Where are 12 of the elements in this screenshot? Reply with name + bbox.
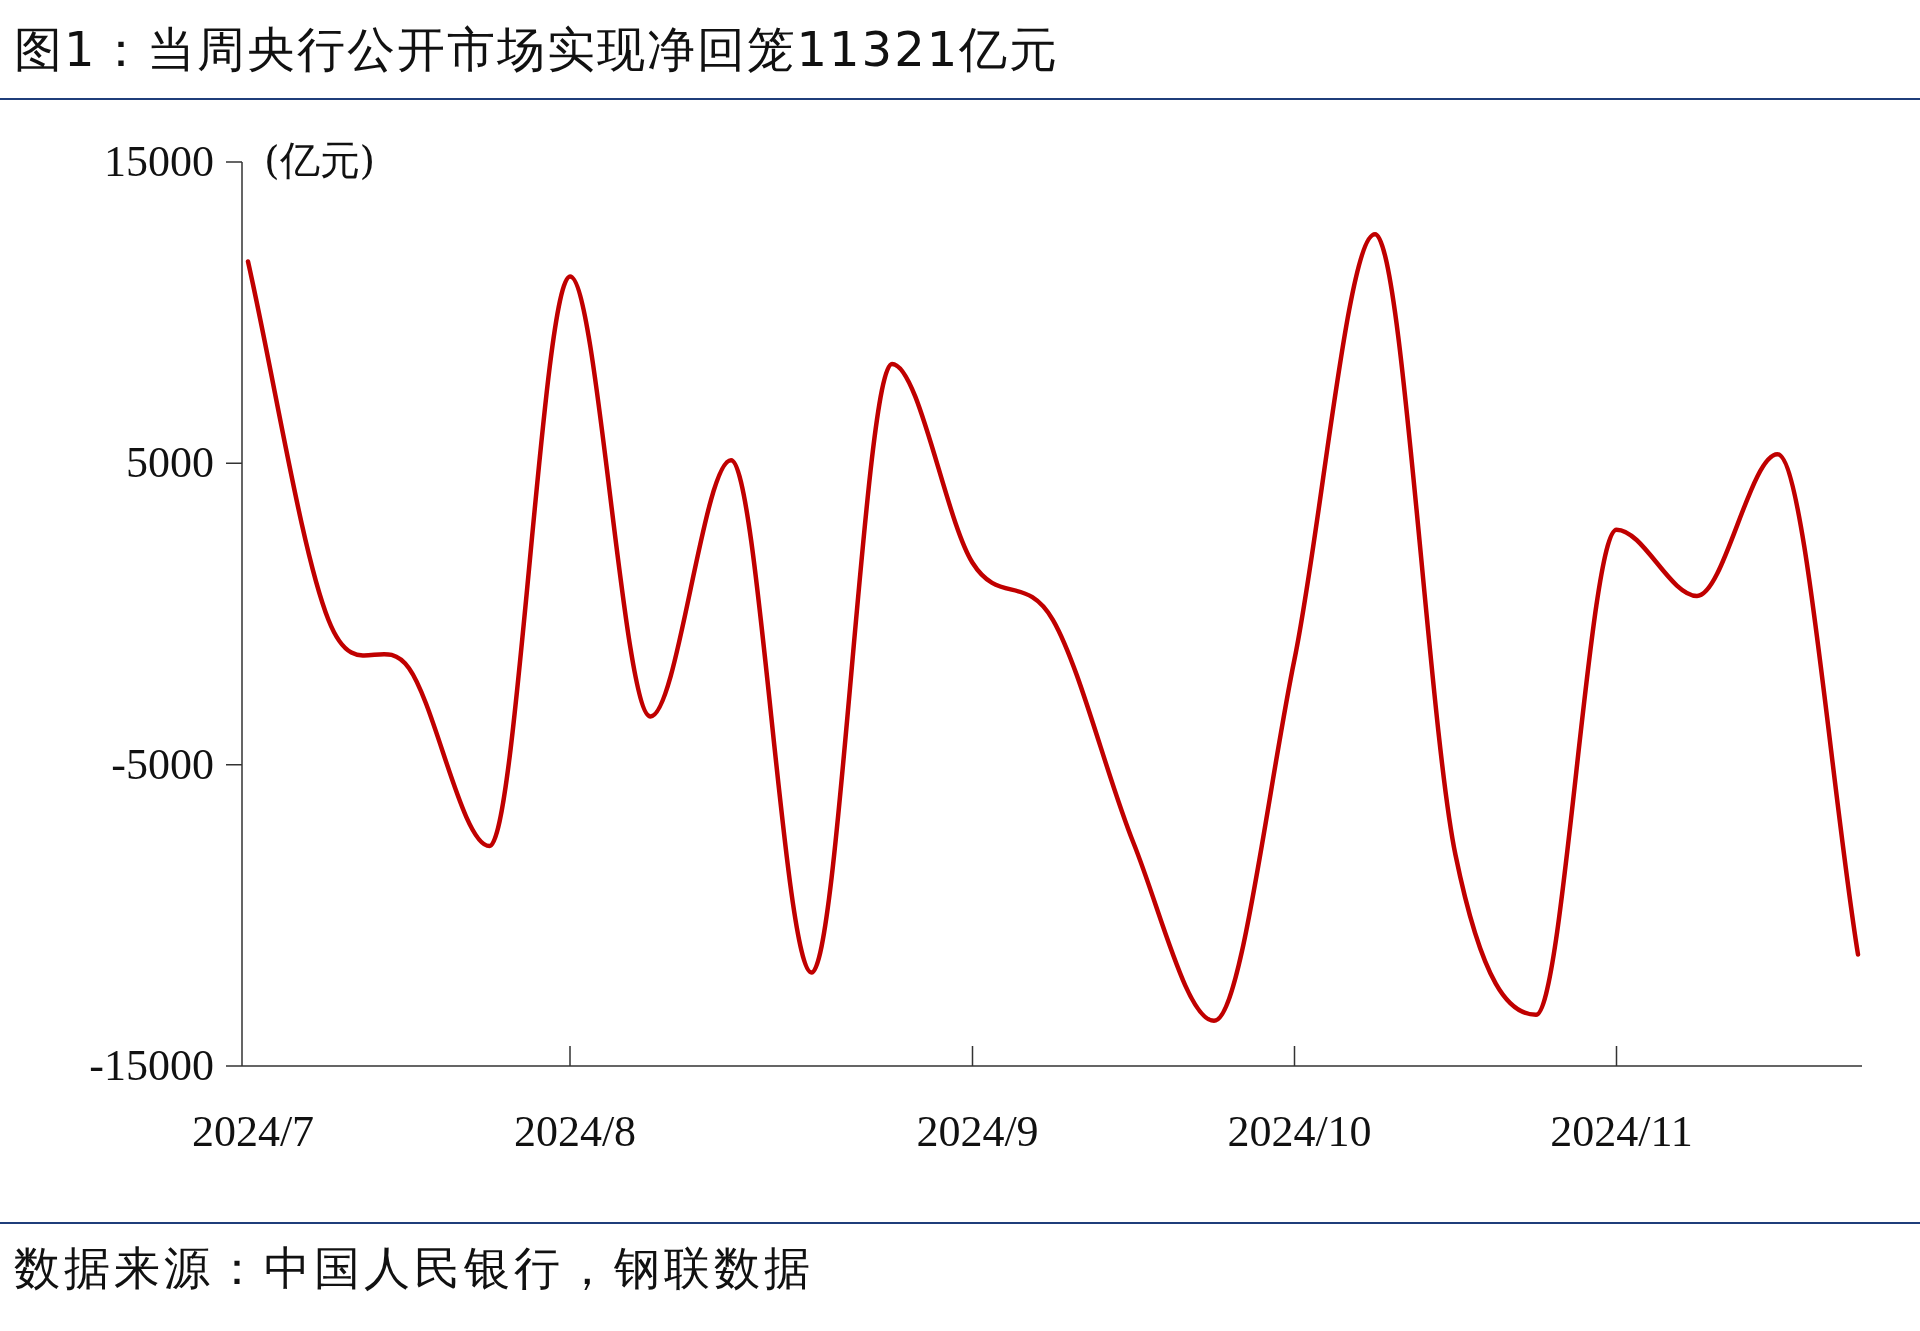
axis-label: 15000 [104,137,214,186]
axis-label: -5000 [111,739,214,789]
figure-title: 图1：当周央行公开市场实现净回笼11321亿元 [0,0,1920,100]
source-note: 数据来源：中国人民银行，钢联数据 [13,1240,815,1297]
axis-label: 5000 [126,438,214,488]
axis-label: 2024/8 [513,1107,637,1156]
axis-label: -15000 [89,1041,214,1090]
axis-label: 2024/7 [191,1107,315,1156]
axis-label: 2024/10 [1227,1107,1372,1156]
axis-title: (亿元) [264,137,376,183]
axis-label: 2024/11 [1550,1107,1693,1156]
axis-label: 2024/9 [916,1107,1039,1156]
